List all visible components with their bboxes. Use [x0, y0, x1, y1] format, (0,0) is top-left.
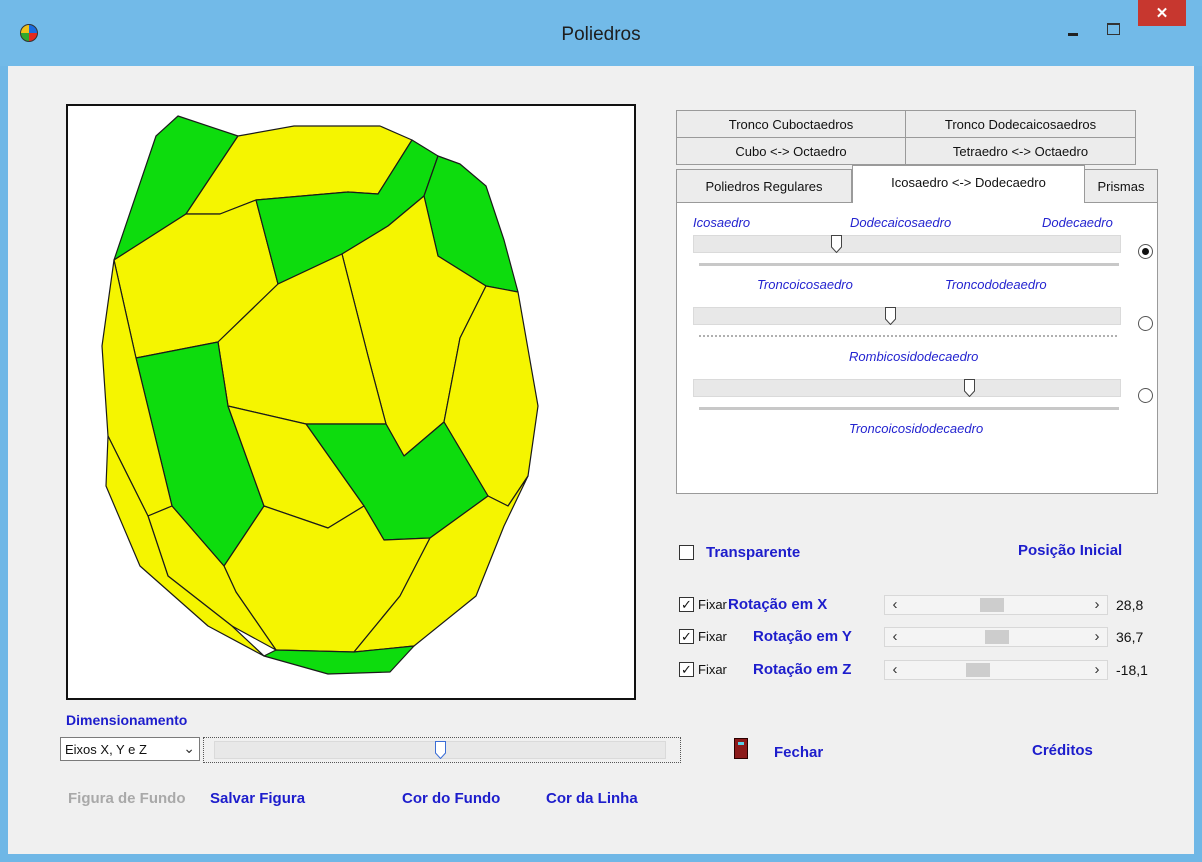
door-icon[interactable]: [734, 738, 748, 759]
scroll-left-icon[interactable]: ‹: [885, 596, 905, 614]
label-dodecaicosaedro: Dodecaicosaedro: [850, 215, 952, 230]
fechar-button[interactable]: Fechar: [774, 744, 823, 761]
cor-do-fundo-button[interactable]: Cor do Fundo: [402, 790, 500, 807]
radio-slider-1[interactable]: [1138, 244, 1153, 259]
dimension-slider[interactable]: [203, 737, 681, 763]
rotation-value: 36,7: [1116, 629, 1144, 645]
title-bar[interactable]: Poliedros ✕: [0, 0, 1202, 66]
polyhedron-drawing: [101, 115, 539, 675]
label-troncoicosidodecaedro: Troncoicosidodecaedro: [849, 421, 984, 436]
close-button[interactable]: ✕: [1138, 0, 1186, 26]
fixar-label: Fixar: [698, 597, 727, 612]
scroll-right-icon[interactable]: ›: [1087, 628, 1107, 646]
tab-tronco-dodecaicosaedros[interactable]: Tronco Dodecaicosaedros: [905, 110, 1136, 138]
slider-tronco[interactable]: [693, 307, 1121, 325]
posicao-inicial-button[interactable]: Posição Inicial: [1018, 542, 1122, 559]
tab-icosaedro-dodecaedro[interactable]: Icosaedro <-> Dodecaedro: [852, 165, 1085, 203]
rotation-scrollbar[interactable]: ‹ ›: [884, 627, 1108, 647]
tab-cubo-octaedro[interactable]: Cubo <-> Octaedro: [676, 137, 906, 165]
fixar-label: Fixar: [698, 662, 727, 677]
scroll-right-icon[interactable]: ›: [1087, 661, 1107, 679]
tab-panel: Icosaedro Dodecaicosaedro Dodecaedro Tro…: [676, 202, 1158, 494]
fixar-checkbox[interactable]: ✓: [679, 629, 694, 644]
label-troncoicosaedro: Troncoicosaedro: [757, 277, 853, 292]
minimize-icon: [1068, 32, 1078, 36]
axes-combo-value: Eixos X, Y e Z: [65, 742, 147, 757]
maximize-button[interactable]: [1098, 15, 1128, 43]
rotation-label: Rotação em Y: [753, 628, 852, 645]
rotation-value: 28,8: [1116, 597, 1144, 613]
close-icon: ✕: [1155, 5, 1169, 22]
minimize-button[interactable]: [1058, 15, 1088, 43]
slider-tick-dots: [699, 335, 1119, 337]
scroll-thumb[interactable]: [980, 598, 1005, 612]
slider-thumb[interactable]: [831, 235, 843, 253]
tab-poliedros-regulares[interactable]: Poliedros Regulares: [676, 169, 852, 203]
fixar-label: Fixar: [698, 629, 727, 644]
label-dodecaedro: Dodecaedro: [1042, 215, 1113, 230]
slider-rombi[interactable]: [693, 379, 1121, 397]
scroll-right-icon[interactable]: ›: [1087, 596, 1107, 614]
client-area: Tronco Cuboctaedros Tronco Dodecaicosaed…: [8, 66, 1194, 854]
scroll-thumb[interactable]: [965, 663, 990, 677]
slider-tick-line: [699, 407, 1119, 410]
scroll-left-icon[interactable]: ‹: [885, 661, 905, 679]
label-troncododeaedro: Troncododeaedro: [945, 277, 1047, 292]
window-title: Poliedros: [561, 24, 641, 45]
label-rombicosidodecaedro: Rombicosidodecaedro: [849, 349, 979, 364]
radio-slider-2[interactable]: [1138, 316, 1153, 331]
rotation-label: Rotação em X: [728, 596, 828, 613]
salvar-figura-button[interactable]: Salvar Figura: [210, 790, 305, 807]
dimension-slider-track[interactable]: [214, 741, 666, 759]
axes-combo[interactable]: Eixos X, Y e Z ⌄: [60, 737, 200, 761]
dimensionamento-label: Dimensionamento: [66, 712, 188, 728]
tab-tronco-cuboctaedros[interactable]: Tronco Cuboctaedros: [676, 110, 906, 138]
polyhedron-canvas[interactable]: [66, 104, 636, 700]
transparente-label: Transparente: [706, 544, 801, 561]
figura-de-fundo-button[interactable]: Figura de Fundo: [68, 790, 186, 807]
transparente-checkbox[interactable]: [679, 545, 694, 560]
fixar-checkbox[interactable]: ✓: [679, 597, 694, 612]
rotation-label: Rotação em Z: [753, 661, 852, 678]
rotation-value: -18,1: [1116, 662, 1148, 678]
maximize-icon: [1106, 23, 1120, 35]
chevron-down-icon: ⌄: [183, 740, 195, 756]
rotation-scrollbar[interactable]: ‹ ›: [884, 660, 1108, 680]
shape-tab-control: Tronco Cuboctaedros Tronco Dodecaicosaed…: [676, 110, 1158, 494]
tab-tetraedro-octaedro[interactable]: Tetraedro <-> Octaedro: [905, 137, 1136, 165]
tab-prismas[interactable]: Prismas: [1084, 169, 1158, 203]
radio-slider-3[interactable]: [1138, 388, 1153, 403]
scroll-left-icon[interactable]: ‹: [885, 628, 905, 646]
fixar-checkbox[interactable]: ✓: [679, 662, 694, 677]
cor-da-linha-button[interactable]: Cor da Linha: [546, 790, 638, 807]
creditos-button[interactable]: Créditos: [1032, 742, 1093, 759]
slider-icosa-dodeca[interactable]: [693, 235, 1121, 253]
slider-thumb[interactable]: [435, 741, 446, 759]
rotation-scrollbar[interactable]: ‹ ›: [884, 595, 1108, 615]
app-window: Poliedros ✕ Tronco Cuboctaedros Tronco D…: [0, 0, 1202, 862]
slider-thumb[interactable]: [964, 379, 976, 397]
slider-tick-line: [699, 263, 1119, 266]
slider-thumb[interactable]: [885, 307, 897, 325]
label-icosaedro: Icosaedro: [693, 215, 751, 230]
scroll-thumb[interactable]: [985, 630, 1009, 644]
